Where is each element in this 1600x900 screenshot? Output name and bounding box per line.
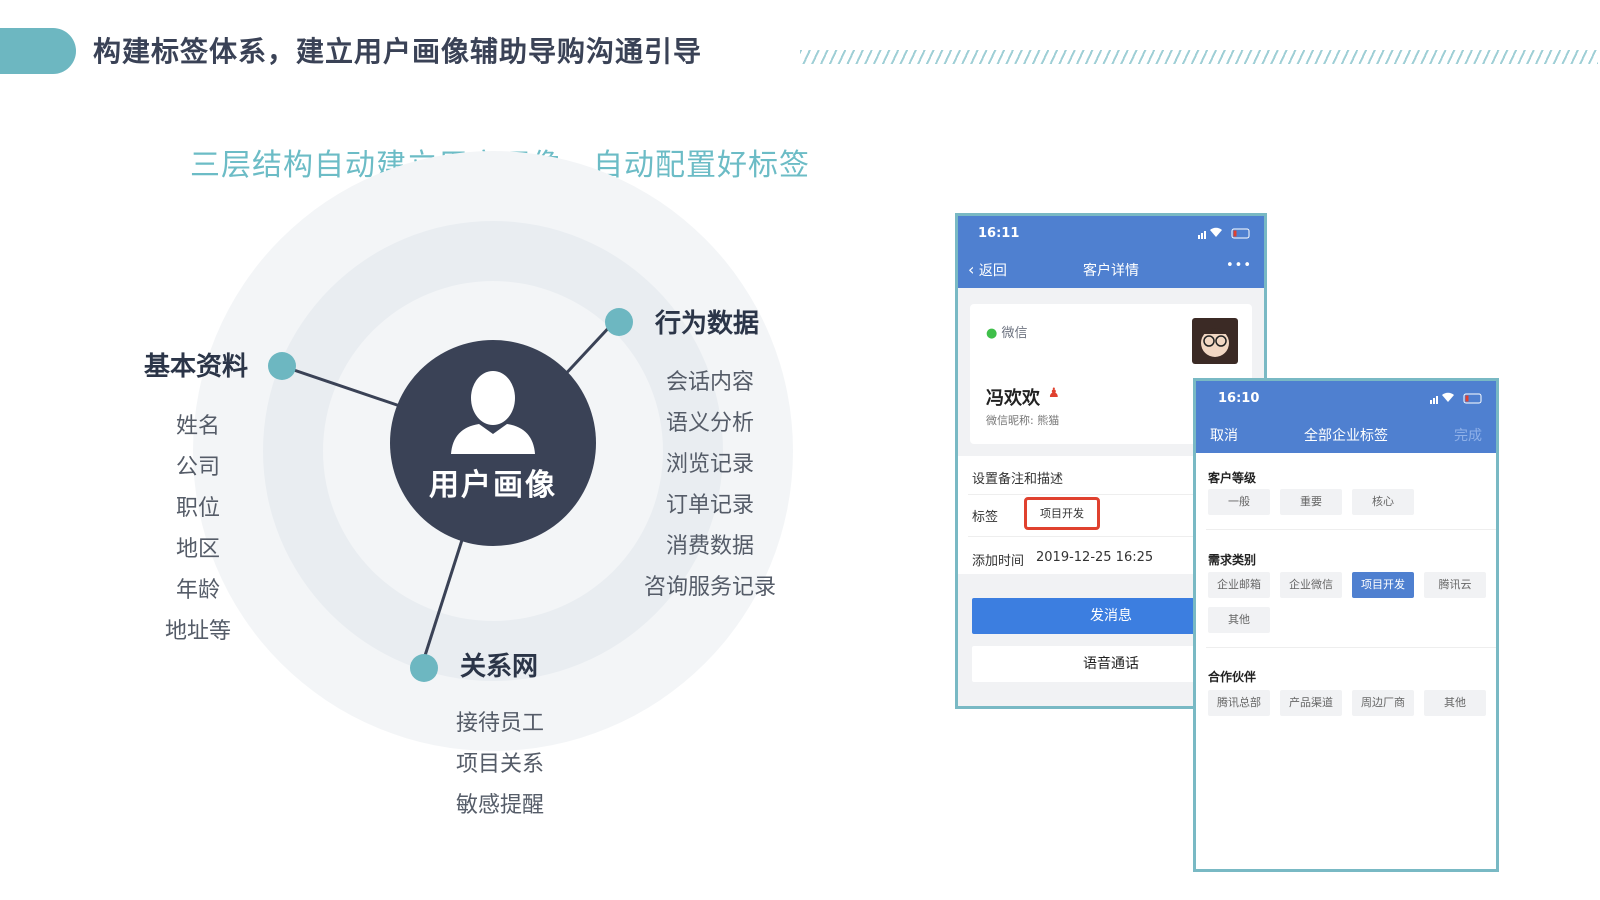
center-label: 用户画像 (429, 468, 557, 503)
basic-item: 职位 (175, 496, 220, 521)
tag-button[interactable]: 产品渠道 (1280, 690, 1342, 716)
tag-button-selected[interactable]: 项目开发 (1352, 572, 1414, 598)
nav-title: 全部企业标签 (1304, 428, 1388, 444)
tag-button[interactable]: 一般 (1208, 489, 1270, 515)
wechat-source: ● 微信 (986, 322, 1028, 341)
tag-button[interactable]: 周边厂商 (1352, 690, 1414, 716)
divider (1206, 529, 1496, 530)
contact-nickname: 微信昵称: 熊猫 (986, 414, 1060, 427)
connector-behavior (558, 320, 616, 382)
behavior-title: 行为数据 (655, 309, 760, 339)
behavior-item: 浏览记录 (665, 452, 754, 477)
basic-item: 姓名 (175, 414, 220, 439)
group-title: 客户等级 (1208, 471, 1257, 485)
nav-bar: 取消 全部企业标签 完成 (1196, 415, 1496, 453)
remark-row[interactable]: 设置备注和描述 (972, 468, 1063, 487)
behavior-item: 咨询服务记录 (643, 575, 776, 600)
tag-chip[interactable]: 项目开发 (1024, 497, 1100, 530)
status-time: 16:10 (1218, 391, 1260, 406)
relation-list: 接待员工 项目关系 敏感提醒 (440, 705, 560, 828)
tag-button[interactable]: 其他 (1208, 607, 1270, 633)
signal-wifi-battery-icon (1430, 392, 1482, 404)
relation-item: 敏感提醒 (455, 793, 544, 818)
status-bar: 16:10 (1196, 381, 1496, 415)
status-bar: 16:11 (958, 216, 1264, 250)
basic-list: 姓名 公司 职位 地区 年龄 地址等 (146, 408, 250, 654)
relation-node-dot (410, 654, 438, 682)
tag-button[interactable]: 核心 (1352, 489, 1414, 515)
done-button[interactable]: 完成 (1454, 425, 1482, 445)
basic-item: 地址等 (164, 619, 231, 644)
basic-node-dot (268, 352, 296, 380)
nav-title: 客户详情 (1083, 263, 1139, 279)
divider (1206, 647, 1496, 648)
tag-button[interactable]: 重要 (1280, 489, 1342, 515)
behavior-item: 消费数据 (665, 534, 754, 559)
behavior-item: 订单记录 (665, 493, 754, 518)
wechat-icon: ● (986, 326, 998, 341)
relation-item: 项目关系 (455, 752, 544, 777)
basic-item: 年龄 (175, 578, 220, 603)
nav-bar: ‹ 返回 客户详情 ••• (958, 250, 1264, 288)
user-icon: ♟ (1048, 386, 1060, 401)
behavior-item: 语义分析 (665, 411, 754, 436)
tag-button[interactable]: 企业微信 (1280, 572, 1342, 598)
tag-button[interactable]: 腾讯总部 (1208, 690, 1270, 716)
relation-title: 关系网 (460, 652, 539, 682)
tag-button[interactable]: 企业邮箱 (1208, 572, 1270, 598)
tag-label: 标签 (972, 510, 999, 525)
behavior-item: 会话内容 (665, 370, 754, 395)
tag-button[interactable]: 腾讯云 (1424, 572, 1486, 598)
basic-item: 地区 (175, 537, 220, 562)
contact-name: 冯欢欢 (986, 388, 1040, 409)
basic-item: 公司 (175, 455, 220, 480)
connector-relation (420, 539, 464, 666)
group-title: 需求类别 (1208, 553, 1257, 567)
avatar[interactable] (1192, 318, 1238, 364)
wechat-label: 微信 (1001, 326, 1028, 341)
behavior-node-dot (605, 308, 633, 336)
person-icon (451, 371, 535, 454)
relation-item: 接待员工 (455, 711, 544, 736)
group-title: 合作伙伴 (1208, 670, 1257, 684)
status-time: 16:11 (978, 226, 1020, 241)
phone-enterprise-tags: 16:10 取消 全部企业标签 完成 客户等级 一般 重要 核心 需求类别 企业… (1193, 378, 1499, 872)
time-value: 2019-12-25 16:25 (1036, 550, 1154, 565)
time-label: 添加时间 (972, 554, 1025, 569)
more-icon[interactable]: ••• (1226, 258, 1252, 273)
signal-wifi-battery-icon (1198, 227, 1250, 239)
behavior-list: 会话内容 语义分析 浏览记录 订单记录 消费数据 咨询服务记录 (630, 364, 790, 610)
basic-title: 基本资料 (144, 352, 249, 382)
tag-button[interactable]: 其他 (1424, 690, 1486, 716)
connector-basic (281, 364, 401, 408)
